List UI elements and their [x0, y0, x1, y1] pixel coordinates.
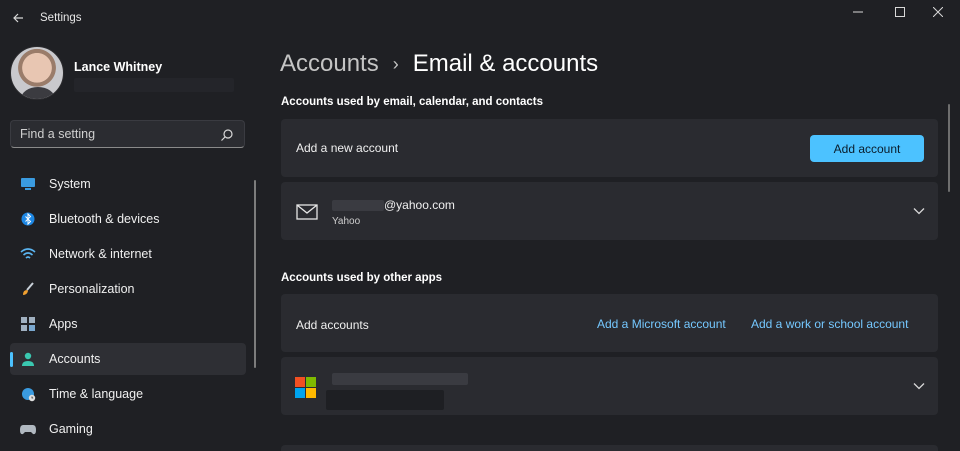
microsoft-account-row[interactable]	[281, 357, 938, 415]
gamepad-icon	[20, 421, 36, 437]
monitor-icon	[20, 176, 36, 192]
search-box	[10, 120, 245, 148]
next-card-partial	[281, 445, 938, 451]
microsoft-name-redacted	[326, 390, 444, 410]
email-domain: @yahoo.com	[384, 198, 455, 212]
chevron-right-icon: ›	[392, 53, 399, 74]
sidebar-item-label: Network & internet	[49, 247, 152, 261]
breadcrumb: Accounts › Email & accounts	[280, 46, 598, 82]
sidebar-item-label: System	[49, 177, 91, 191]
person-icon	[20, 351, 36, 367]
sidebar-item-label: Time & language	[49, 387, 144, 401]
settings-window: Settings Lance Whitney System	[0, 0, 960, 451]
sidebar-item-system[interactable]: System	[10, 168, 246, 200]
sidebar-item-gaming[interactable]: Gaming	[10, 413, 246, 445]
apps-icon	[20, 316, 36, 332]
sidebar-item-apps[interactable]: Apps	[10, 308, 246, 340]
title-bar: Settings	[0, 0, 960, 36]
sidebar-item-network-internet[interactable]: Network & internet	[10, 238, 246, 270]
globe-clock-icon	[20, 386, 36, 402]
search-input[interactable]	[20, 126, 210, 142]
add-work-school-account-link[interactable]: Add a work or school account	[751, 317, 908, 331]
profile-email-redacted	[74, 78, 234, 92]
profile-name: Lance Whitney	[74, 60, 163, 74]
sidebar-nav: System Bluetooth & devices Network & int…	[10, 168, 246, 448]
app-title: Settings	[40, 12, 82, 24]
email-redacted	[332, 199, 384, 211]
sidebar-item-accounts[interactable]: Accounts	[10, 343, 246, 375]
yahoo-account-row[interactable]: @yahoo.com Yahoo	[281, 182, 938, 240]
chevron-down-icon[interactable]	[912, 204, 926, 218]
back-arrow-icon	[13, 13, 23, 23]
add-new-account-row: Add a new account Add account	[281, 119, 938, 177]
bluetooth-icon	[20, 211, 36, 227]
sidebar-item-label: Gaming	[49, 422, 93, 436]
wifi-icon	[20, 246, 36, 262]
close-button[interactable]	[926, 4, 950, 20]
section-title-other-apps: Accounts used by other apps	[281, 272, 443, 284]
sidebar-scrollbar[interactable]	[254, 180, 256, 368]
add-microsoft-account-link[interactable]: Add a Microsoft account	[597, 317, 726, 331]
add-account-button[interactable]: Add account	[810, 135, 924, 162]
maximize-button[interactable]	[888, 4, 912, 20]
chevron-down-icon[interactable]	[912, 379, 926, 393]
microsoft-email-redacted	[332, 373, 468, 385]
maximize-icon	[895, 7, 905, 17]
sidebar-item-label: Accounts	[49, 352, 101, 366]
close-icon	[933, 7, 943, 17]
brush-icon	[20, 281, 36, 297]
account-email: @yahoo.com	[332, 198, 455, 212]
user-profile[interactable]: Lance Whitney	[10, 46, 250, 102]
back-button[interactable]	[8, 8, 28, 28]
sidebar-item-label: Apps	[49, 317, 78, 331]
add-accounts-label: Add accounts	[296, 318, 369, 332]
mail-icon	[296, 204, 318, 220]
avatar	[10, 46, 64, 100]
sidebar-item-label: Bluetooth & devices	[49, 212, 160, 226]
breadcrumb-parent[interactable]: Accounts	[280, 50, 379, 78]
add-new-account-label: Add a new account	[296, 141, 399, 155]
sidebar-item-label: Personalization	[49, 282, 135, 296]
main-scrollbar[interactable]	[948, 104, 950, 192]
minimize-button[interactable]	[846, 4, 870, 20]
add-accounts-row: Add accounts Add a Microsoft account Add…	[281, 294, 938, 352]
minimize-icon	[853, 11, 863, 13]
page-title: Email & accounts	[412, 50, 599, 77]
microsoft-logo-icon	[295, 377, 317, 399]
sidebar-item-time-language[interactable]: Time & language	[10, 378, 246, 410]
search-icon[interactable]	[220, 128, 234, 142]
sidebar-item-personalization[interactable]: Personalization	[10, 273, 246, 305]
sidebar-item-bluetooth-devices[interactable]: Bluetooth & devices	[10, 203, 246, 235]
account-provider: Yahoo	[332, 216, 361, 227]
section-title-email: Accounts used by email, calendar, and co…	[281, 96, 544, 108]
